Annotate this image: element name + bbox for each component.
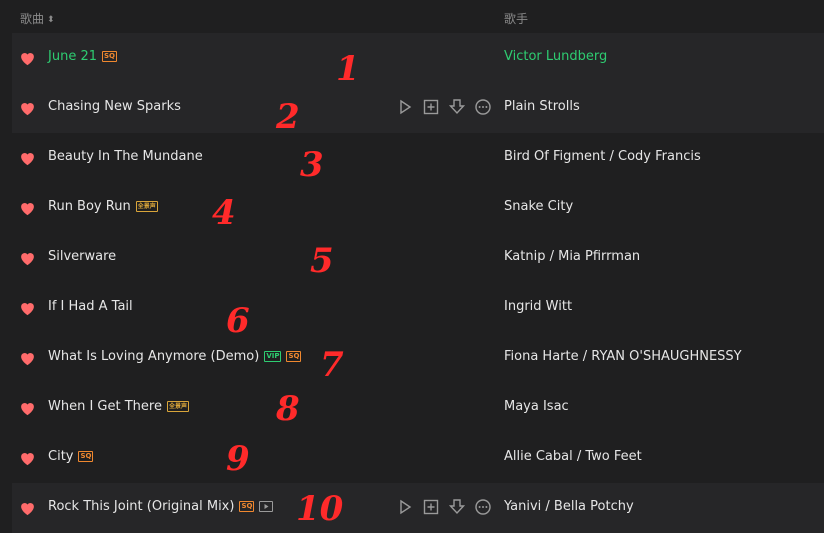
play-icon[interactable] [396,498,414,516]
quality-badge: SQ [78,451,94,462]
song-row[interactable]: If I Had A Tail Ingrid Witt [12,283,824,333]
song-artist[interactable]: Fiona Harte / RYAN O'SHAUGHNESSY [504,349,742,364]
heart-icon[interactable] [19,500,36,516]
song-artist[interactable]: Allie Cabal / Two Feet [504,449,642,464]
list-header: 歌曲 ⬍ 歌手 [0,0,824,34]
annotation-number: 3 [300,145,324,185]
song-title-text: Beauty In The Mundane [48,149,203,164]
annotation-number: 9 [226,439,250,479]
quality-badge: SQ [102,51,117,62]
song-row[interactable]: June 21 SQ Victor Lundberg [12,33,824,83]
song-title[interactable]: If I Had A Tail [48,299,133,314]
song-title-text: When I Get There [48,399,162,414]
song-artist[interactable]: Plain Strolls [504,99,580,114]
row-actions [396,98,492,116]
more-icon[interactable] [474,98,492,116]
annotation-number: 8 [276,389,300,429]
song-title[interactable]: Silverware [48,249,116,264]
song-title-text: Silverware [48,249,117,264]
quality-badge: SQ [239,501,255,512]
heart-icon[interactable] [19,100,36,116]
song-column-header[interactable]: 歌曲 ⬍ [20,10,55,27]
song-row[interactable]: Silverware Katnip / Mia Pfirrman [12,233,824,283]
song-title[interactable]: Chasing New Sparks [48,99,181,114]
song-title-text: Run Boy Run [48,199,131,214]
quality-badge: 全景声 [166,401,189,412]
song-row[interactable]: Rock This Joint (Original Mix) SQ Yanivi /… [12,483,824,533]
heart-icon[interactable] [19,400,36,416]
more-icon[interactable] [474,498,492,516]
add-to-playlist-icon[interactable] [422,498,440,516]
song-artist[interactable]: Ingrid Witt [504,299,572,314]
heart-icon[interactable] [19,450,36,466]
song-title-text: Rock This Joint (Original Mix) [48,499,235,514]
song-artist[interactable]: Maya Isac [504,399,569,414]
song-list: June 21 SQ Victor Lundberg Chasing New Spar… [0,33,824,533]
sort-icon[interactable]: ⬍ [47,15,55,25]
annotation-number: 2 [276,97,300,137]
mv-icon[interactable] [259,501,274,512]
download-icon[interactable] [448,498,466,516]
song-title-text: June 21 [48,49,97,64]
song-title-text: If I Had A Tail [48,299,133,314]
song-title[interactable]: Beauty In The Mundane [48,149,203,164]
heart-icon[interactable] [19,150,36,166]
quality-badge: VIP [264,351,282,362]
annotation-number: 5 [310,241,334,281]
song-row[interactable]: Beauty In The Mundane Bird Of Figment / C… [12,133,824,183]
song-title[interactable]: What Is Loving Anymore (Demo) VIP SQ [48,349,302,364]
song-title[interactable]: City SQ [48,449,94,464]
song-title-text: What Is Loving Anymore (Demo) [48,349,260,364]
song-row[interactable]: When I Get There 全景声 Maya Isac [12,383,824,433]
heart-icon[interactable] [19,200,36,216]
heart-icon[interactable] [19,250,36,266]
song-artist[interactable]: Snake City [504,199,573,214]
song-artist[interactable]: Yanivi / Bella Potchy [504,499,634,514]
heart-icon[interactable] [19,50,36,66]
song-artist[interactable]: Bird Of Figment / Cody Francis [504,149,701,164]
heart-icon[interactable] [19,300,36,316]
song-artist[interactable]: Victor Lundberg [504,49,607,64]
row-actions [396,498,492,516]
song-title[interactable]: Rock This Joint (Original Mix) SQ [48,499,274,514]
heart-icon[interactable] [19,350,36,366]
annotation-number: 4 [212,193,236,233]
artist-column-header: 歌手 [504,12,529,26]
download-icon[interactable] [448,98,466,116]
add-to-playlist-icon[interactable] [422,98,440,116]
song-title[interactable]: June 21 SQ [48,49,117,64]
song-row[interactable]: What Is Loving Anymore (Demo) VIP SQ Fiona … [12,333,824,383]
annotation-number: 10 [296,489,344,529]
song-artist[interactable]: Katnip / Mia Pfirrman [504,249,640,264]
song-row[interactable]: Run Boy Run 全景声 Snake City [12,183,824,233]
song-row[interactable]: City SQ Allie Cabal / Two Feet [12,433,824,483]
song-column-label: 歌曲 [20,12,45,26]
annotation-number: 7 [320,345,344,385]
song-title[interactable]: Run Boy Run 全景声 [48,199,158,214]
annotation-number: 6 [226,301,250,341]
song-title[interactable]: When I Get There 全景声 [48,399,189,414]
annotation-number: 1 [336,49,360,89]
song-title-text: Chasing New Sparks [48,99,181,114]
song-title-text: City [48,449,74,464]
song-row[interactable]: Chasing New Sparks Plain Strolls [12,83,824,133]
quality-badge: SQ [286,351,302,362]
play-icon[interactable] [396,98,414,116]
quality-badge: 全景声 [135,201,158,212]
